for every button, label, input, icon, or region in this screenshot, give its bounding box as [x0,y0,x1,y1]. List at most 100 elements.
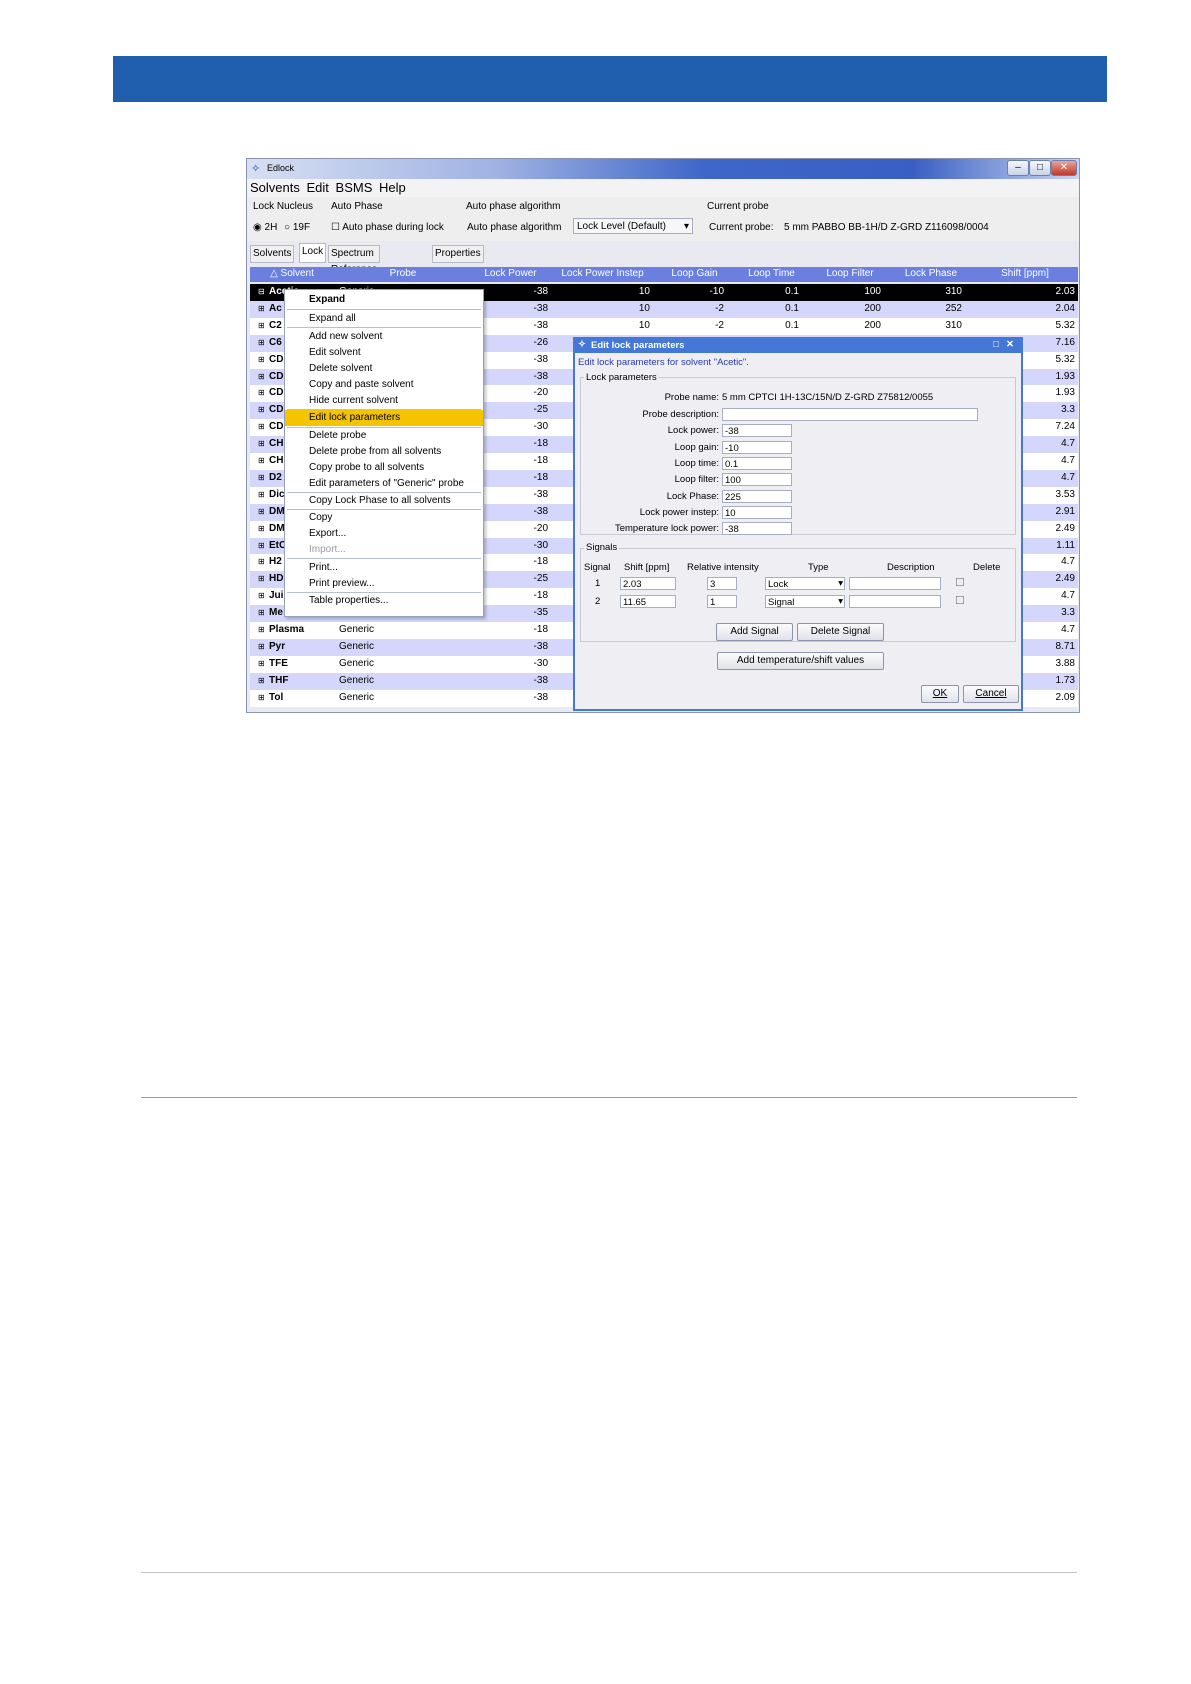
cell-lp: -38 [533,302,548,314]
menu-item-hide-current-solvent[interactable]: Hide current solvent [285,393,483,409]
delete-signal-button[interactable]: Delete Signal [797,623,884,641]
add-temp-shift-button[interactable]: Add temperature/shift values [717,652,884,670]
close-icon[interactable]: ✕ [1051,160,1077,176]
menu-item-edit-solvent[interactable]: Edit solvent [285,345,483,361]
signal-type-select[interactable]: Lock ▾ [765,577,845,590]
expand-icon[interactable]: ⊞ [258,321,265,330]
expand-icon[interactable]: ⊞ [258,405,265,414]
expand-icon[interactable]: ⊞ [258,507,265,516]
signal-delete-checkbox[interactable]: ☐ [955,576,965,589]
menu-item-add-new-solvent[interactable]: Add new solvent [285,329,483,345]
radio-2h[interactable]: ◉ 2H [253,222,277,233]
menu-item-copy-lock-phase[interactable]: Copy Lock Phase to all solvents [285,493,483,509]
expand-icon[interactable]: ⊞ [258,541,265,550]
col-solvent[interactable]: △ Solvent [250,268,334,279]
col-lock-power-instep[interactable]: Lock Power Instep [550,268,655,279]
field-input[interactable]: 10 [722,505,792,519]
menu-help[interactable]: Help [379,179,406,197]
col-shift[interactable]: Shift [ppm] [972,268,1078,279]
tab-properties[interactable]: Properties [432,245,484,263]
expand-icon[interactable]: ⊞ [258,676,265,685]
signal-intensity-input[interactable]: 3 [707,577,737,590]
menu-item-expand-all[interactable]: Expand all [285,311,483,327]
field-input[interactable]: 225 [722,489,792,503]
signal-shift-input[interactable]: 11.65 [620,595,676,608]
field-input[interactable]: -38 [722,522,792,536]
auto-phase-checkbox[interactable]: ☐ Auto phase during lock [331,222,444,233]
menu-item-delete-probe-all[interactable]: Delete probe from all solvents [285,444,483,460]
col-shift-ppm: Shift [ppm] [624,562,670,573]
expand-icon[interactable]: ⊞ [258,304,265,313]
menu-item-copy[interactable]: Copy [285,510,483,526]
tab-spectrum-reference[interactable]: Spectrum Reference [328,245,381,275]
col-loop-filter[interactable]: Loop Filter [810,268,890,279]
menu-item-edit-generic-probe[interactable]: Edit parameters of "Generic" probe [285,476,483,492]
field-input[interactable]: -10 [722,440,792,454]
menu-item-copy-paste-solvent[interactable]: Copy and paste solvent [285,377,483,393]
ok-button[interactable]: OK [921,685,959,703]
menu-bsms[interactable]: BSMS [336,179,373,197]
col-loop-gain[interactable]: Loop Gain [656,268,733,279]
col-loop-time[interactable]: Loop Time [734,268,809,279]
algo-select[interactable]: Lock Level (Default) ▾ [573,218,693,234]
expand-icon[interactable]: ⊞ [258,422,265,431]
expand-icon[interactable]: ⊞ [258,608,265,617]
menu-item-expand[interactable]: Expand [285,292,483,308]
signal-intensity-input[interactable]: 1 [707,595,737,608]
menu-item-delete-solvent[interactable]: Delete solvent [285,361,483,377]
col-lock-phase[interactable]: Lock Phase [891,268,971,279]
expand-icon[interactable]: ⊞ [258,388,265,397]
col-lock-power[interactable]: Lock Power [472,268,549,279]
menu-item-edit-lock-parameters[interactable]: Edit lock parameters [285,410,483,426]
expand-icon[interactable]: ⊞ [258,490,265,499]
dialog-close-icon[interactable]: ✕ [1006,339,1014,350]
field-input[interactable]: 0.1 [722,456,792,470]
expand-icon[interactable]: ⊞ [258,659,265,668]
cell-probe: Generic [339,691,375,703]
signal-description-input[interactable] [849,595,941,608]
radio-19f[interactable]: ○ 19F [284,222,310,233]
expand-icon[interactable]: ⊞ [258,439,265,448]
col-probe[interactable]: Probe [335,268,471,279]
menu-item-table-properties[interactable]: Table properties... [285,593,483,609]
tab-solvents[interactable]: Solvents [250,245,295,263]
menu-item-print[interactable]: Print... [285,560,483,576]
expand-icon[interactable]: ⊞ [258,355,265,364]
menu-edit[interactable]: Edit [307,179,329,197]
expand-icon[interactable]: ⊞ [258,557,265,566]
expand-icon[interactable]: ⊞ [258,693,265,702]
menu-item-delete-probe[interactable]: Delete probe [285,428,483,444]
cell-shift: 2.03 [1055,286,1075,297]
expand-icon[interactable]: ⊞ [258,456,265,465]
minimize-icon[interactable]: – [1007,160,1029,176]
menu-item-copy-probe-all[interactable]: Copy probe to all solvents [285,460,483,476]
field-input[interactable]: 100 [722,473,792,487]
dialog-maximize-icon[interactable]: □ [993,339,999,350]
expand-icon[interactable]: ⊞ [258,473,265,482]
expand-icon[interactable]: ⊞ [258,625,265,634]
signal-shift-input[interactable]: 2.03 [620,577,676,590]
expand-icon[interactable]: ⊞ [258,372,265,381]
cell-solvent: H2 [269,556,282,568]
field-input[interactable]: -38 [722,424,792,438]
cancel-button[interactable]: Cancel [963,685,1019,703]
add-signal-button[interactable]: Add Signal [716,623,793,641]
cell-solvent: CH [269,438,284,450]
maximize-icon[interactable]: □ [1029,160,1051,176]
expand-icon[interactable]: ⊞ [258,524,265,533]
expand-icon[interactable]: ⊞ [258,591,265,600]
menu-item-print-preview[interactable]: Print preview... [285,576,483,592]
cell-solvent: Plasma [269,624,305,635]
signal-delete-checkbox[interactable]: ☐ [955,594,965,607]
signal-description-input[interactable] [849,577,941,590]
collapse-icon[interactable]: ⊟ [258,287,265,296]
menu-item-export[interactable]: Export... [285,526,483,542]
signal-type-select[interactable]: Signal ▾ [765,595,845,608]
expand-icon[interactable]: ⊞ [258,574,265,583]
expand-icon[interactable]: ⊞ [258,642,265,651]
expand-icon[interactable]: ⊞ [258,338,265,347]
menu-solvents[interactable]: Solvents [250,179,300,197]
field-input[interactable] [722,408,978,421]
tab-lock[interactable]: Lock [299,243,327,263]
menu-item-import[interactable]: Import... [285,542,483,558]
